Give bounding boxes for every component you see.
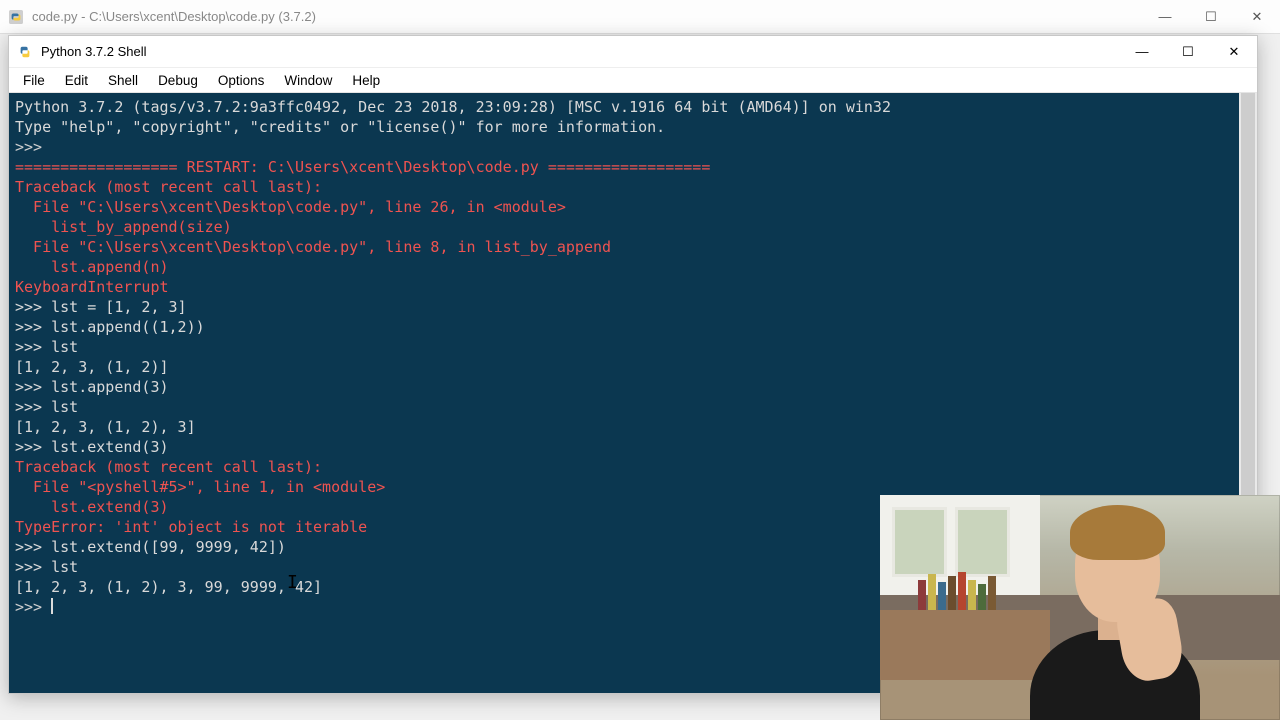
terminal-line: >>> <box>15 137 1251 157</box>
terminal-line: lst.append(n) <box>15 257 1251 277</box>
terminal-text: >>> lst.extend([99, 9999, 42]) <box>15 538 286 556</box>
background-window-controls: — ☐ ✕ <box>1142 0 1280 34</box>
terminal-text: >>> lst.append((1,2)) <box>15 318 205 336</box>
menu-help[interactable]: Help <box>344 71 388 90</box>
terminal-text: Traceback (most recent call last): <box>15 458 322 476</box>
background-title-text: code.py - C:\Users\xcent\Desktop\code.py… <box>32 9 316 24</box>
terminal-line: File "<pyshell#5>", line 1, in <module> <box>15 477 1251 497</box>
webcam-overlay <box>880 495 1280 720</box>
terminal-text: [1, 2, 3, (1, 2), 3] <box>15 418 196 436</box>
menu-file[interactable]: File <box>15 71 53 90</box>
terminal-line: >>> lst.extend(3) <box>15 437 1251 457</box>
bg-close-button[interactable]: ✕ <box>1234 0 1280 34</box>
terminal-text: Traceback (most recent call last): <box>15 178 322 196</box>
menu-window[interactable]: Window <box>276 71 340 90</box>
webcam-bg-pane-1 <box>892 507 947 577</box>
terminal-line: >>> lst <box>15 337 1251 357</box>
shell-titlebar[interactable]: Python 3.7.2 Shell — ☐ ✕ <box>9 36 1257 67</box>
shell-menu-bar: File Edit Shell Debug Options Window Hel… <box>9 67 1257 93</box>
terminal-text: [1, 2, 3, (1, 2), 3, 99, 9999, 42] <box>15 578 322 596</box>
terminal-text: >>> <box>15 598 51 616</box>
input-cursor <box>51 598 53 614</box>
terminal-text: KeyboardInterrupt <box>15 278 169 296</box>
menu-shell[interactable]: Shell <box>100 71 146 90</box>
terminal-text: >>> lst <box>15 338 78 356</box>
terminal-line: >>> lst.append(3) <box>15 377 1251 397</box>
terminal-line: >>> lst <box>15 397 1251 417</box>
terminal-line: >>> lst.append((1,2)) <box>15 317 1251 337</box>
terminal-line: Traceback (most recent call last): <box>15 457 1251 477</box>
terminal-text: Type "help", "copyright", "credits" or "… <box>15 118 665 136</box>
shell-maximize-button[interactable]: ☐ <box>1165 36 1211 67</box>
terminal-text: ================== RESTART: C:\Users\xce… <box>15 158 710 176</box>
terminal-line: File "C:\Users\xcent\Desktop\code.py", l… <box>15 237 1251 257</box>
webcam-person <box>990 510 1220 720</box>
shell-title-text: Python 3.7.2 Shell <box>41 44 147 59</box>
shell-window-controls: — ☐ ✕ <box>1119 36 1257 67</box>
terminal-line: [1, 2, 3, (1, 2)] <box>15 357 1251 377</box>
terminal-text: [1, 2, 3, (1, 2)] <box>15 358 169 376</box>
terminal-text: lst.extend(3) <box>15 498 169 516</box>
terminal-text: Python 3.7.2 (tags/v3.7.2:9a3ffc0492, De… <box>15 98 891 116</box>
menu-options[interactable]: Options <box>210 71 273 90</box>
terminal-text: >>> lst.append(3) <box>15 378 169 396</box>
terminal-line: File "C:\Users\xcent\Desktop\code.py", l… <box>15 197 1251 217</box>
bg-minimize-button[interactable]: — <box>1142 0 1188 34</box>
terminal-line: Traceback (most recent call last): <box>15 177 1251 197</box>
shell-minimize-button[interactable]: — <box>1119 36 1165 67</box>
terminal-text: >>> <box>15 138 51 156</box>
menu-debug[interactable]: Debug <box>150 71 206 90</box>
terminal-text: list_by_append(size) <box>15 218 232 236</box>
terminal-line: [1, 2, 3, (1, 2), 3] <box>15 417 1251 437</box>
terminal-text: >>> lst <box>15 398 78 416</box>
terminal-line: Python 3.7.2 (tags/v3.7.2:9a3ffc0492, De… <box>15 97 1251 117</box>
shell-close-button[interactable]: ✕ <box>1211 36 1257 67</box>
terminal-text: >>> lst = [1, 2, 3] <box>15 298 187 316</box>
bg-maximize-button[interactable]: ☐ <box>1188 0 1234 34</box>
terminal-line: Type "help", "copyright", "credits" or "… <box>15 117 1251 137</box>
terminal-text: >>> lst.extend(3) <box>15 438 169 456</box>
terminal-text: TypeError: 'int' object is not iterable <box>15 518 367 536</box>
python-icon <box>17 44 33 60</box>
terminal-line: >>> lst = [1, 2, 3] <box>15 297 1251 317</box>
menu-edit[interactable]: Edit <box>57 71 96 90</box>
python-file-icon <box>8 9 24 25</box>
terminal-line: list_by_append(size) <box>15 217 1251 237</box>
terminal-line: KeyboardInterrupt <box>15 277 1251 297</box>
terminal-line: ================== RESTART: C:\Users\xce… <box>15 157 1251 177</box>
terminal-text: File "<pyshell#5>", line 1, in <module> <box>15 478 385 496</box>
terminal-text: File "C:\Users\xcent\Desktop\code.py", l… <box>15 238 611 256</box>
background-titlebar[interactable]: code.py - C:\Users\xcent\Desktop\code.py… <box>0 0 1280 34</box>
terminal-text: File "C:\Users\xcent\Desktop\code.py", l… <box>15 198 566 216</box>
terminal-text: lst.append(n) <box>15 258 169 276</box>
terminal-text: >>> lst <box>15 558 78 576</box>
